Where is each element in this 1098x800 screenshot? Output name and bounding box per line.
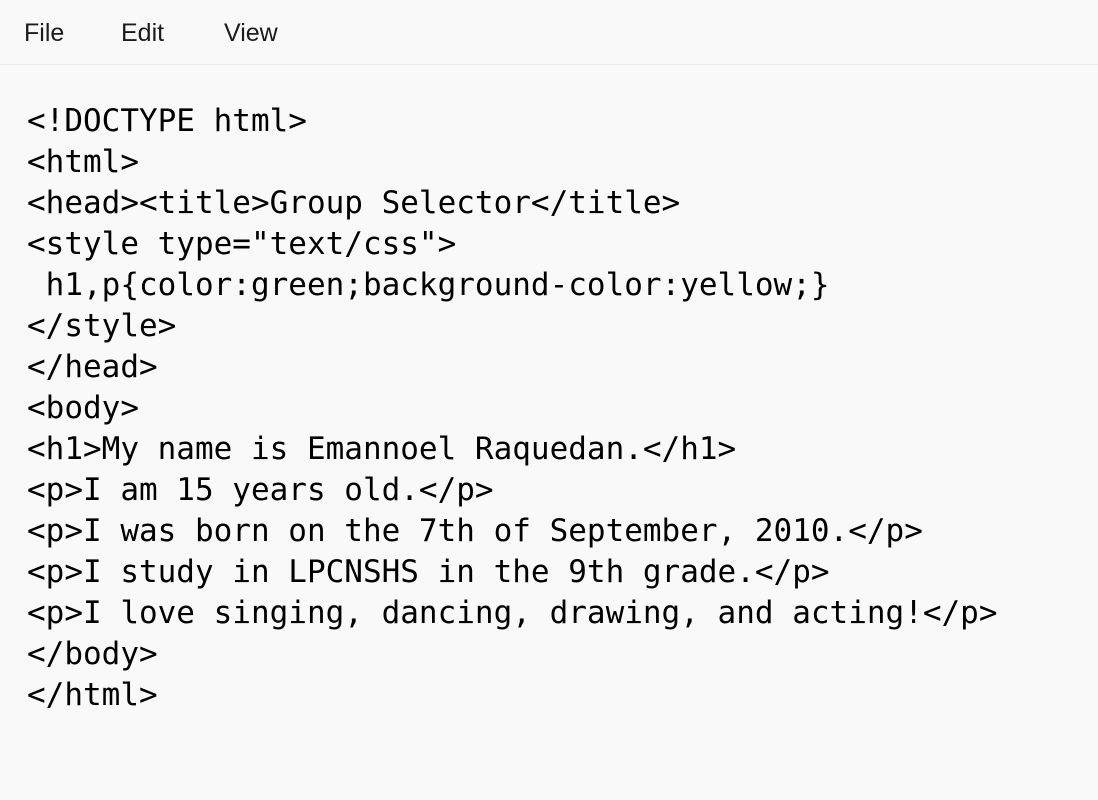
editor-line: </html> (27, 677, 158, 713)
menu-edit[interactable]: Edit (121, 17, 164, 49)
editor-line: <p>I study in LPCNSHS in the 9th grade.<… (27, 554, 830, 590)
editor-line: <!DOCTYPE html> (27, 103, 307, 139)
text-editor-area[interactable]: <!DOCTYPE html> <html> <head><title>Grou… (0, 65, 1098, 800)
editor-line: <style type="text/css"> (27, 226, 457, 262)
editor-line: </head> (27, 349, 158, 385)
editor-line: <p>I was born on the 7th of September, 2… (27, 513, 923, 549)
notepad-window: File Edit View <!DOCTYPE html> <html> <h… (0, 0, 1098, 800)
editor-line: h1,p{color:green;background-color:yellow… (27, 267, 830, 303)
editor-line: <p>I love singing, dancing, drawing, and… (27, 595, 998, 631)
editor-line: <p>I am 15 years old.</p> (27, 472, 494, 508)
editor-line: <html> (27, 144, 139, 180)
menu-view[interactable]: View (224, 17, 278, 49)
editor-line: </body> (27, 636, 158, 672)
editor-line: <body> (27, 390, 139, 426)
editor-line: <h1>My name is Emannoel Raquedan.</h1> (27, 431, 737, 467)
menu-bar: File Edit View (0, 0, 1098, 65)
menu-file[interactable]: File (24, 17, 64, 49)
editor-line: </style> (27, 308, 177, 344)
editor-line: <head><title>Group Selector</title> (27, 185, 681, 221)
